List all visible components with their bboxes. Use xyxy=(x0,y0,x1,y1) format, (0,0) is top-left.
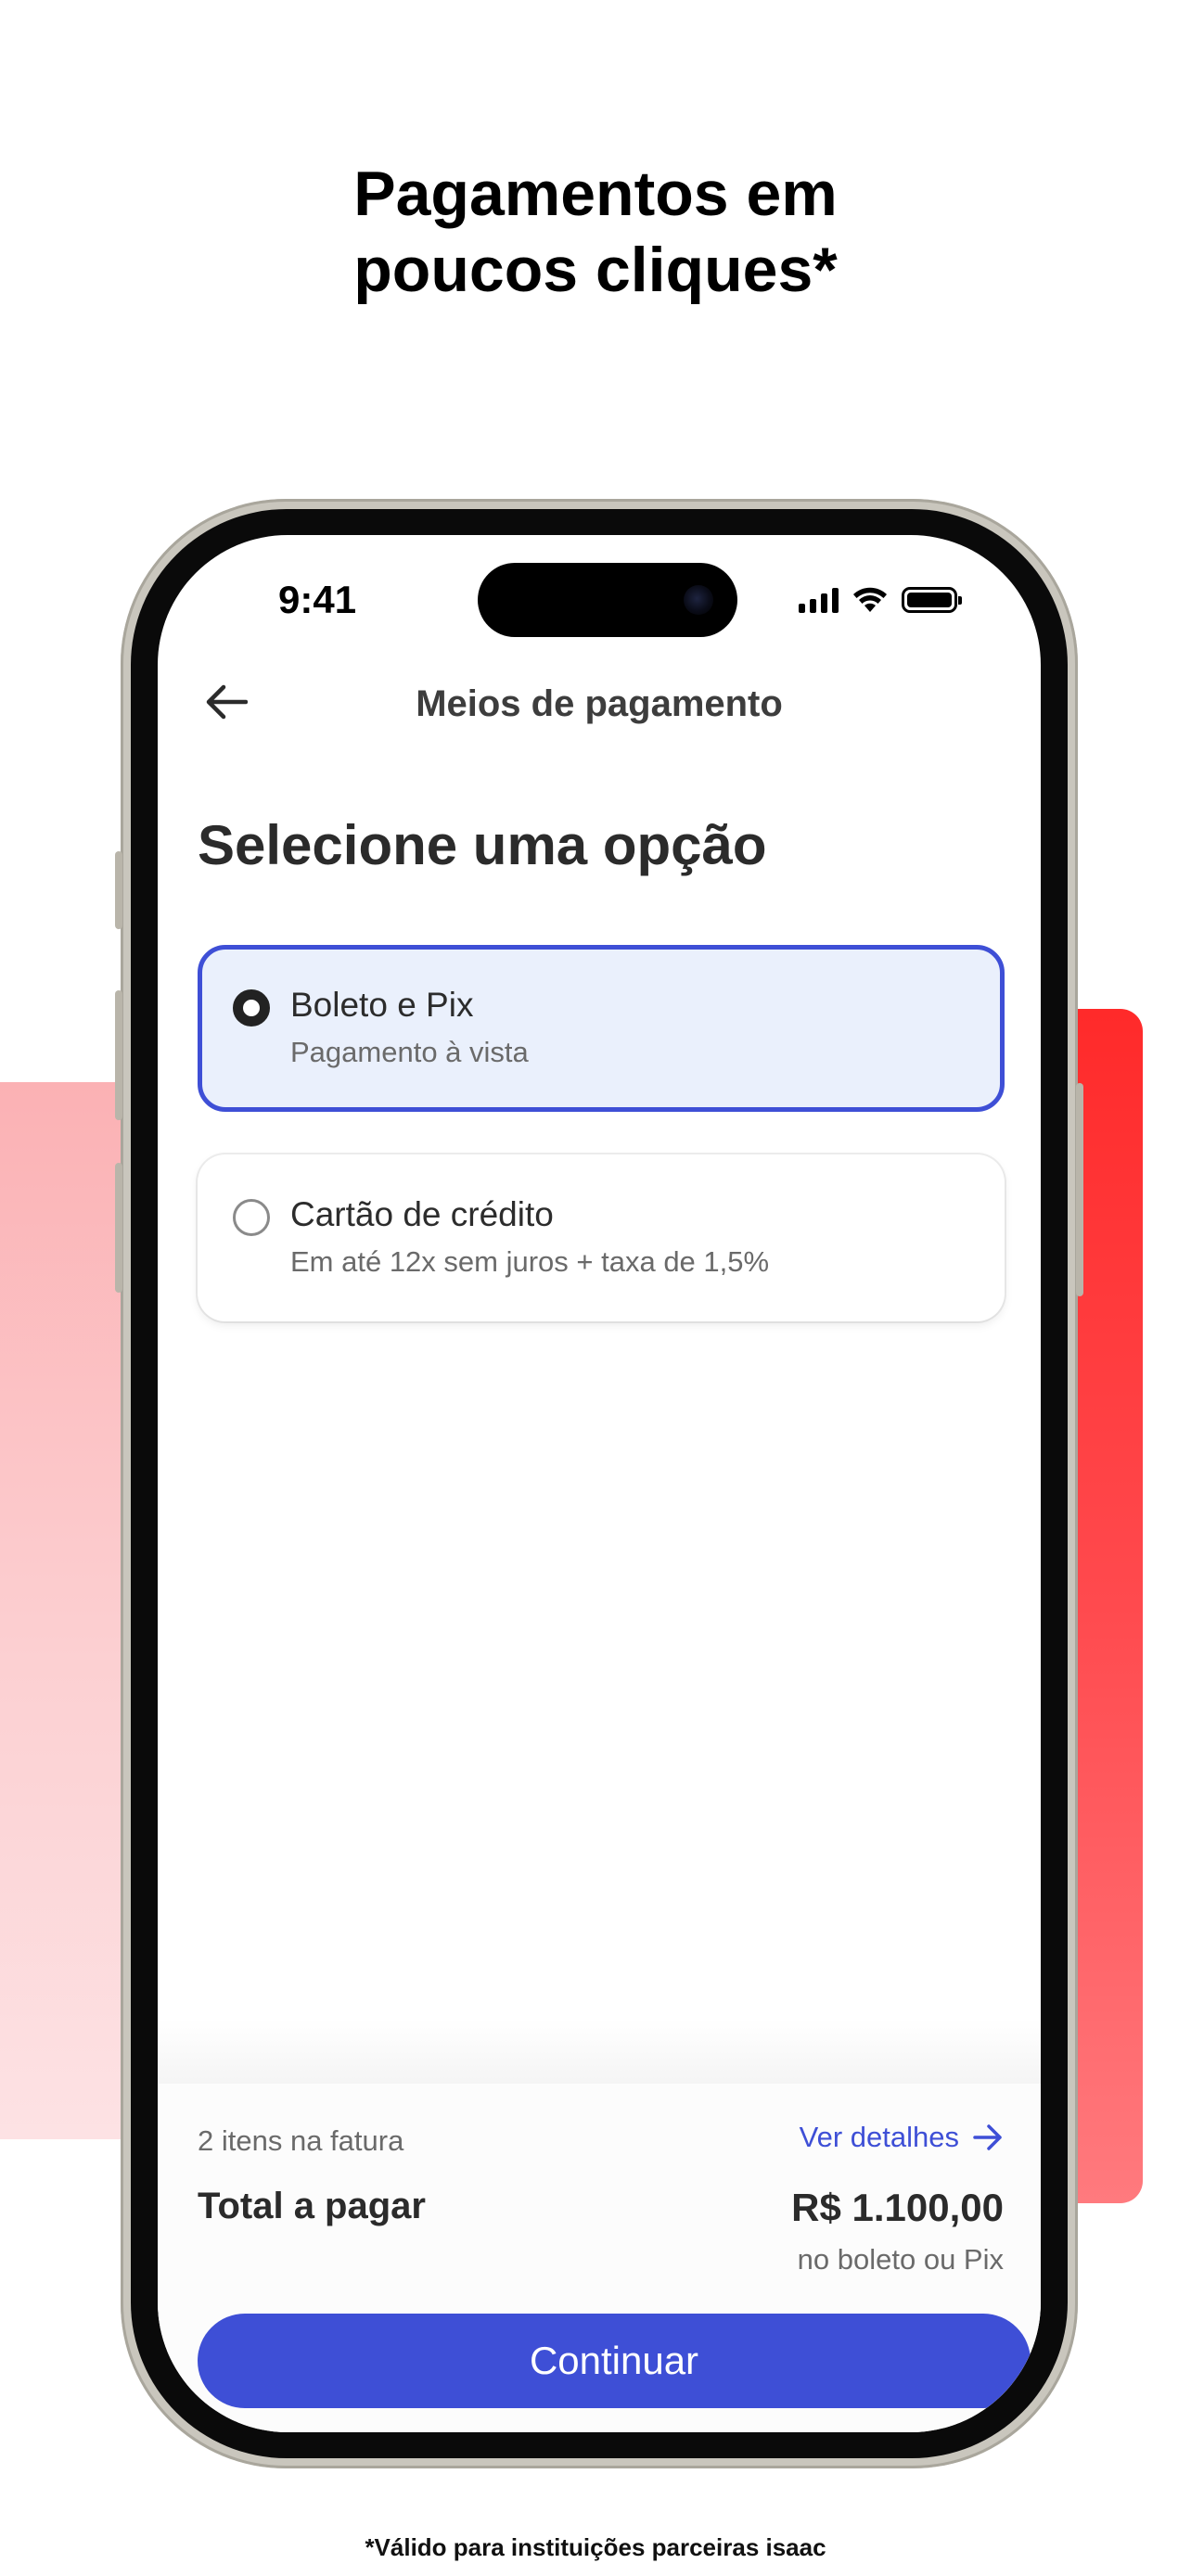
section-title: Selecione uma opção xyxy=(198,814,767,876)
radio-unselected-icon[interactable] xyxy=(233,1199,270,1236)
option-title: Cartão de crédito xyxy=(290,1195,554,1233)
battery-icon xyxy=(902,587,962,613)
total-note: no boleto ou Pix xyxy=(797,2243,1004,2276)
headline-line-1: Pagamentos em xyxy=(353,159,838,229)
dynamic-island xyxy=(478,563,737,637)
phone-frame: 9:41 Meios de pagamento Selecione uma op xyxy=(115,499,1083,2468)
cellular-signal-icon xyxy=(799,587,839,613)
headline-line-2: poucos cliques* xyxy=(353,235,838,305)
details-link[interactable]: Ver detalhes xyxy=(800,2121,1004,2154)
disclaimer: *Válido para instituições parceiras isaa… xyxy=(365,2533,826,2561)
payment-option-credit-card[interactable]: Cartão de crédito Em até 12x sem juros +… xyxy=(198,1154,1005,1321)
volume-down-button xyxy=(115,1163,122,1293)
radio-selected-icon[interactable] xyxy=(233,989,270,1027)
wifi-icon xyxy=(853,587,887,612)
total-value: R$ 1.100,00 xyxy=(791,2186,1004,2229)
payment-option-boleto-pix[interactable]: Boleto e Pix Pagamento à vista xyxy=(198,945,1005,1112)
silent-switch xyxy=(115,851,122,929)
footer-shadow xyxy=(158,2019,1041,2084)
status-icons xyxy=(799,583,962,617)
option-subtitle: Em até 12x sem juros + taxa de 1,5% xyxy=(290,1245,770,1278)
status-time: 9:41 xyxy=(278,578,357,621)
continue-button[interactable]: Continuar xyxy=(198,2314,1031,2408)
power-button xyxy=(1076,1083,1083,1296)
promo-headline: Pagamentos em poucos cliques* xyxy=(0,156,1191,308)
option-subtitle: Pagamento à vista xyxy=(290,1036,529,1068)
decorative-pink-panel xyxy=(0,1082,130,2139)
checkout-footer: 2 itens na fatura Ver detalhes Total a p… xyxy=(158,2084,1041,2432)
total-label: Total a pagar xyxy=(198,2186,426,2226)
phone-screen: 9:41 Meios de pagamento Selecione uma op xyxy=(158,535,1041,2432)
volume-up-button xyxy=(115,990,122,1120)
nav-title: Meios de pagamento xyxy=(416,683,783,724)
camera-icon xyxy=(684,585,713,615)
phone-bezel: 9:41 Meios de pagamento Selecione uma op xyxy=(131,509,1068,2458)
option-title: Boleto e Pix xyxy=(290,986,474,1024)
arrow-right-icon xyxy=(973,2124,1002,2150)
details-link-label: Ver detalhes xyxy=(799,2121,959,2153)
items-count: 2 itens na fatura xyxy=(198,2124,404,2157)
